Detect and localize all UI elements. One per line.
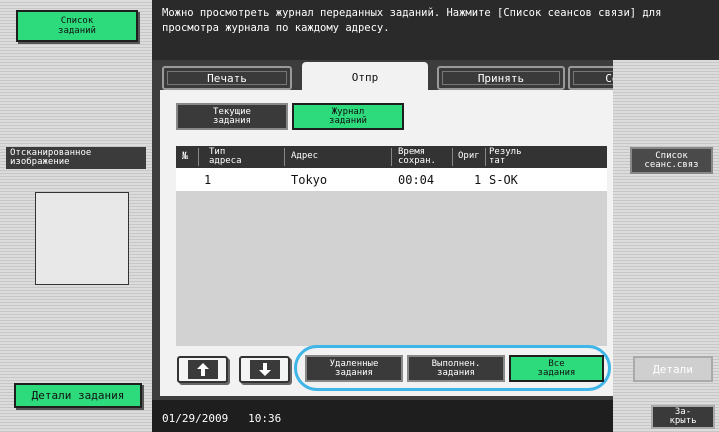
- date-time: 01/29/2009 10:36: [162, 412, 281, 425]
- scanned-image-label: Отсканированное изображение: [6, 147, 146, 169]
- tab-send[interactable]: Отпр: [302, 62, 428, 92]
- scroll-down-button[interactable]: [239, 356, 290, 383]
- tab-receive[interactable]: Принять: [437, 66, 565, 90]
- col-originals: Ориг: [458, 151, 480, 161]
- status-time: 10:36: [248, 412, 282, 425]
- col-divider: [284, 148, 285, 166]
- filter-completed-jobs-button[interactable]: Выполнен. задания: [407, 355, 505, 382]
- table-row[interactable]: 1 Tokyo 00:04 1 S-OK: [176, 168, 607, 191]
- job-details-button[interactable]: Детали задания: [14, 383, 142, 408]
- subtab-job-log[interactable]: Журнал заданий: [292, 103, 404, 130]
- header-message: Можно просмотреть журнал переданных зада…: [162, 7, 662, 34]
- cell-saved-time: 00:04: [398, 173, 435, 187]
- col-address-type: Тип адреса: [209, 147, 242, 166]
- cell-originals: 1: [474, 173, 482, 187]
- col-divider: [452, 148, 453, 166]
- message-bar: Можно просмотреть журнал переданных зада…: [152, 0, 719, 60]
- col-divider: [391, 148, 392, 166]
- cell-address: Tokyo: [291, 173, 328, 187]
- comm-session-list-button[interactable]: Список сеанс.связ: [630, 147, 713, 174]
- job-list-button[interactable]: Список заданий: [16, 10, 138, 42]
- table-header: № Тип адреса Адрес Время сохран. Ориг Ре…: [176, 146, 607, 168]
- filter-deleted-jobs-button[interactable]: Удаленные задания: [305, 355, 403, 382]
- cell-result: S-OK: [489, 173, 518, 187]
- arrow-up-icon: [187, 360, 218, 379]
- col-result: Резуль тат: [489, 147, 522, 166]
- details-button[interactable]: Детали: [633, 356, 713, 382]
- arrow-down-icon: [249, 360, 280, 379]
- col-divider: [198, 148, 199, 166]
- filter-all-jobs-button[interactable]: Все задания: [509, 355, 604, 382]
- col-number: №: [182, 151, 189, 162]
- col-saved-time: Время сохран.: [398, 147, 436, 166]
- scanned-image-preview: [35, 192, 129, 285]
- close-button[interactable]: За- крыть: [651, 405, 715, 429]
- cell-number: 1: [204, 173, 212, 187]
- col-divider: [485, 148, 486, 166]
- tab-print-label: Печать: [167, 71, 287, 85]
- tab-receive-label: Принять: [442, 71, 560, 85]
- tab-print[interactable]: Печать: [162, 66, 292, 90]
- scroll-up-button[interactable]: [177, 356, 228, 383]
- status-date: 01/29/2009: [162, 412, 229, 425]
- col-address: Адрес: [291, 151, 319, 161]
- subtab-current-jobs[interactable]: Текущие задания: [176, 103, 288, 130]
